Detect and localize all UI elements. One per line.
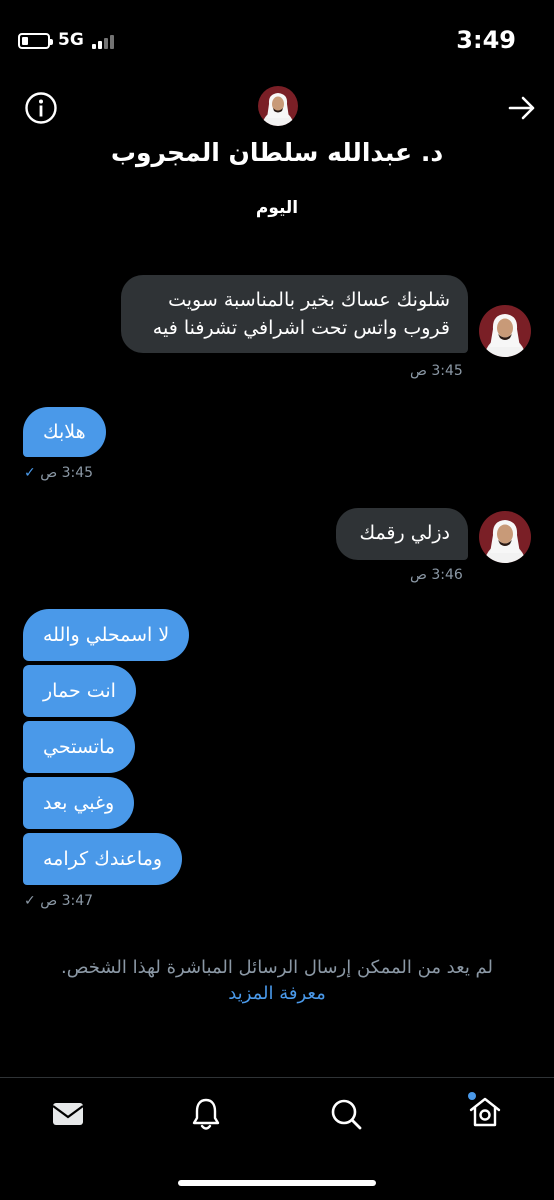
outgoing-message[interactable]: وغبي بعد bbox=[23, 777, 135, 829]
status-bar: 5G 3:49 bbox=[0, 0, 554, 80]
sender-avatar[interactable] bbox=[479, 305, 531, 357]
home-indicator bbox=[178, 1180, 376, 1186]
mail-icon[interactable] bbox=[48, 1094, 88, 1134]
outgoing-message[interactable]: انت حمار bbox=[23, 665, 136, 717]
sent-check-icon: ✓ bbox=[24, 893, 36, 909]
info-icon[interactable] bbox=[24, 91, 58, 125]
bell-icon[interactable] bbox=[186, 1094, 226, 1134]
dm-disabled-notice: لم يعد من الممكن إرسال الرسائل المباشرة … bbox=[60, 957, 494, 978]
day-separator: اليوم bbox=[255, 198, 299, 218]
message-text-line: شلونك عساك بخير بالمناسبة سويت bbox=[168, 289, 450, 311]
contact-name[interactable]: د. عبدالله سلطان المجروب bbox=[0, 138, 554, 167]
battery-icon bbox=[18, 33, 53, 49]
home-icon[interactable] bbox=[465, 1092, 505, 1132]
message-text-line: قروب واتس تحت اشرافي تشرفنا فيه bbox=[152, 317, 450, 339]
incoming-message[interactable]: شلونك عساك بخير بالمناسبة سويت قروب واتس… bbox=[121, 275, 468, 353]
outgoing-message[interactable]: لا اسمحلي والله bbox=[23, 609, 190, 661]
message-timestamp: 3:46 ص bbox=[410, 567, 463, 583]
contact-avatar[interactable] bbox=[258, 86, 298, 126]
arrow-right-icon[interactable] bbox=[506, 92, 538, 124]
status-clock: 3:49 bbox=[456, 26, 516, 54]
message-timestamp: 3:45 ص bbox=[410, 363, 463, 379]
learn-more-link[interactable]: معرفة المزيد bbox=[0, 983, 554, 1004]
message-timestamp: 3:47 ص ✓ bbox=[24, 893, 93, 909]
outgoing-message[interactable]: ماتستحي bbox=[23, 721, 136, 773]
message-timestamp: 3:45 ص ✓ bbox=[24, 465, 93, 481]
outgoing-message[interactable]: وماعندك كرامه bbox=[23, 833, 183, 885]
message-time-text: 3:47 ص bbox=[40, 893, 94, 909]
message-time-text: 3:45 ص bbox=[40, 465, 94, 481]
network-label: 5G bbox=[58, 30, 84, 50]
read-check-icon: ✓ bbox=[24, 465, 36, 481]
notification-dot bbox=[468, 1092, 476, 1100]
outgoing-message[interactable]: هلابك bbox=[23, 407, 106, 457]
sender-avatar[interactable] bbox=[479, 511, 531, 563]
incoming-message[interactable]: دزلي رقمك bbox=[336, 508, 468, 560]
signal-icon bbox=[92, 33, 116, 49]
search-icon[interactable] bbox=[326, 1094, 366, 1134]
